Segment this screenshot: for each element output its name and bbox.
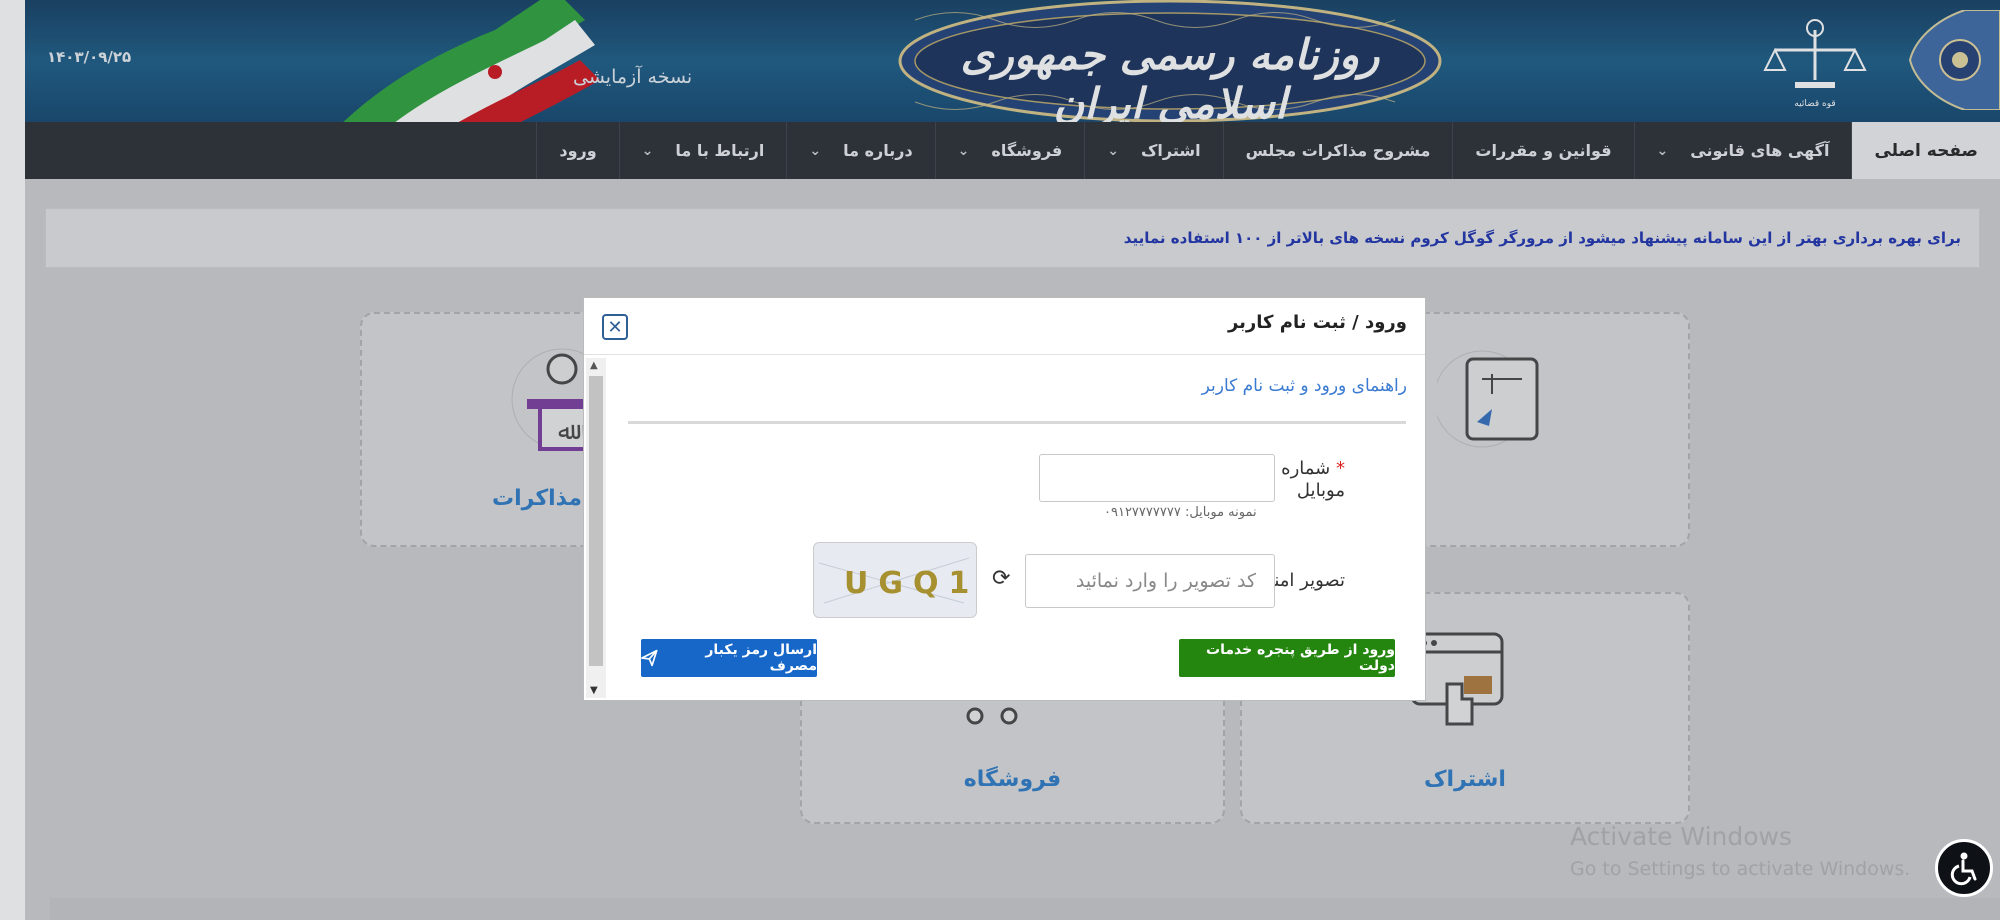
send-otp-button[interactable]: ارسال رمز یکبار مصرف — [641, 639, 817, 677]
wheelchair-icon — [1950, 852, 1977, 886]
scroll-down-arrow-icon[interactable]: ▼ — [590, 685, 598, 696]
mobile-label: * شماره موبایل — [1281, 458, 1345, 502]
login-guide-link[interactable]: راهنمای ورود و ثبت نام کاربر — [1202, 376, 1407, 396]
modal-header-divider — [584, 354, 1425, 355]
mobile-label-line1: شماره — [1281, 458, 1331, 479]
refresh-icon[interactable]: ⟳ — [992, 566, 1010, 591]
gov-services-login-button[interactable]: ورود از طریق پنجره خدمات دولت — [1179, 639, 1395, 677]
gov-services-login-label: ورود از طریق پنجره خدمات دولت — [1206, 642, 1395, 674]
mobile-label-line2: موبایل — [1296, 480, 1345, 501]
windows-activation-hint: Go to Settings to activate Windows. — [1570, 858, 1911, 880]
captcha-input[interactable]: کد تصویر را وارد نمائید — [1025, 554, 1275, 608]
captcha-text: UGQ1 — [844, 566, 977, 601]
guide-divider — [628, 421, 1406, 424]
modal-title: ورود / ثبت نام کاربر — [1227, 312, 1407, 333]
required-mark: * — [1336, 458, 1345, 479]
mobile-input[interactable] — [1039, 454, 1275, 502]
login-modal: ورود / ثبت نام کاربر ✕ ▲ ▼ راهنمای ورود … — [583, 297, 1426, 701]
mobile-hint: نمونه موبایل: ۰۹۱۲۷۷۷۷۷۷۷ — [1104, 505, 1257, 520]
close-icon[interactable]: ✕ — [602, 314, 628, 340]
paper-plane-icon — [641, 649, 658, 667]
captcha-image: UGQ1 — [813, 542, 977, 618]
modal-scrollbar[interactable]: ▲ ▼ — [586, 358, 606, 698]
scroll-thumb[interactable] — [589, 376, 603, 666]
accessibility-button[interactable] — [1935, 839, 1993, 897]
scroll-up-arrow-icon[interactable]: ▲ — [590, 360, 598, 371]
windows-activation-watermark: Activate Windows — [1570, 822, 1792, 851]
send-otp-label: ارسال رمز یکبار مصرف — [705, 642, 817, 674]
